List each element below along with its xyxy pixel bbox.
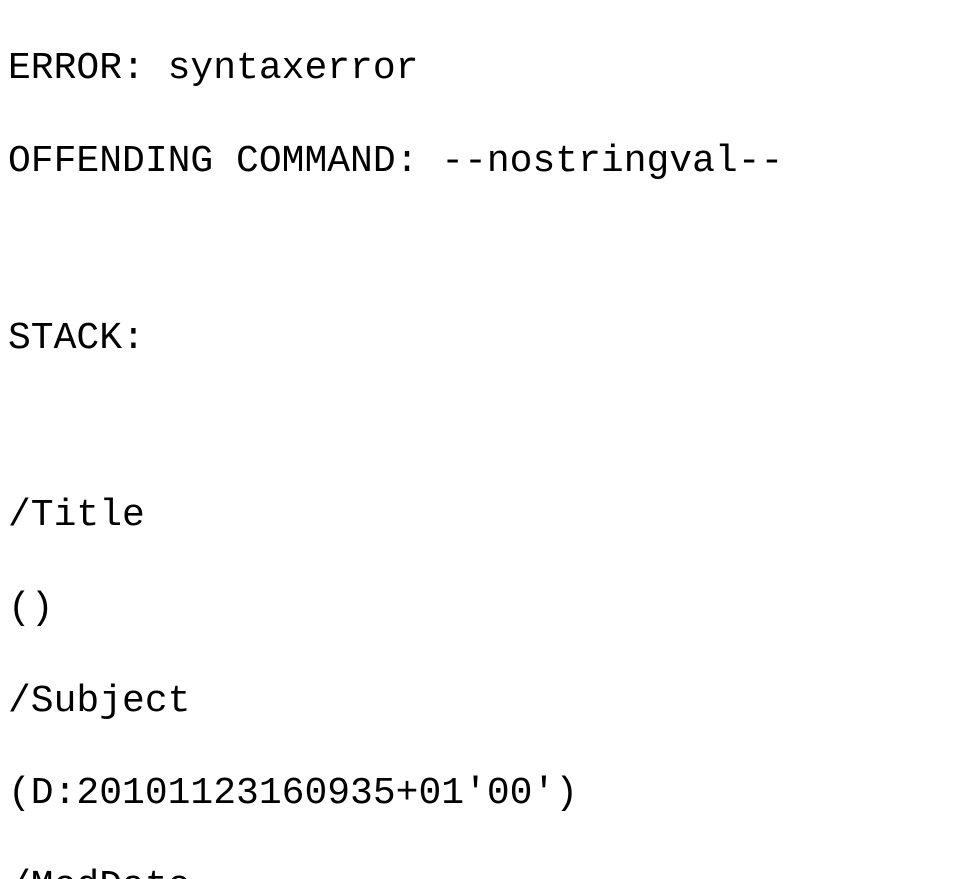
- title-key-line: /Title: [8, 493, 952, 539]
- subject-key-line: /Subject: [8, 679, 952, 725]
- error-line: ERROR: syntaxerror: [8, 46, 952, 92]
- stack-header-line: STACK:: [8, 316, 952, 362]
- title-value-line: (): [8, 586, 952, 632]
- blank-line: [8, 232, 952, 270]
- moddate-key-line: /ModDate: [8, 864, 952, 879]
- offending-command-line: OFFENDING COMMAND: --nostringval--: [8, 139, 952, 185]
- error-output-block: ERROR: syntaxerror OFFENDING COMMAND: --…: [0, 0, 960, 879]
- subject-value-line: (D:20101123160935+01'00'): [8, 771, 952, 817]
- blank-line: [8, 409, 952, 447]
